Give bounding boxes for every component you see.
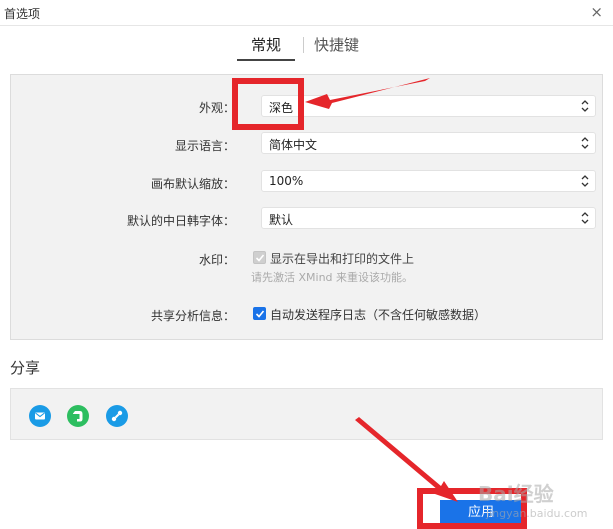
watermark-subtext: jingyan.baidu.com	[486, 507, 588, 520]
watermark-text: Bai经验	[478, 482, 554, 506]
annotation-arrows	[305, 78, 458, 502]
baidu-watermark: Bai经验 jingyan.baidu.com	[478, 478, 588, 520]
annotation-arrow-appearance	[305, 78, 430, 109]
annotation-arrow-apply	[355, 417, 458, 502]
